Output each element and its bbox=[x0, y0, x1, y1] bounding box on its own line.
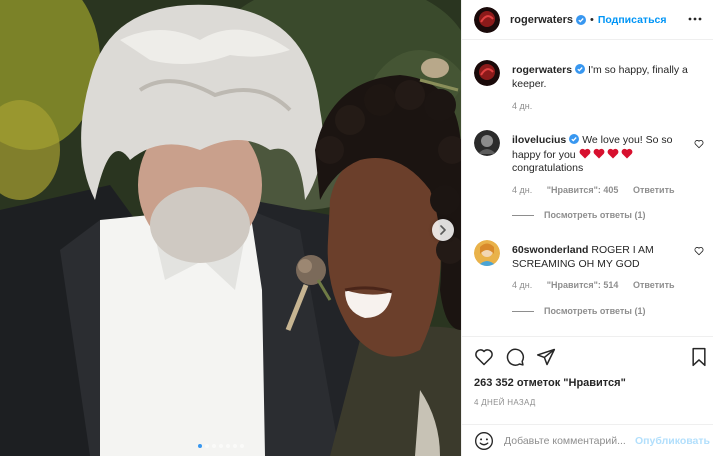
caption-avatar[interactable] bbox=[474, 60, 500, 86]
carousel-dot bbox=[205, 444, 209, 448]
view-replies-button[interactable]: Посмотреть ответы (1) bbox=[512, 306, 645, 316]
verified-badge-icon bbox=[575, 64, 586, 74]
comment-text-after: congratulations bbox=[512, 162, 584, 174]
caption-time[interactable]: 4 дн. bbox=[512, 101, 532, 111]
carousel-indicator bbox=[198, 444, 244, 448]
red-heart-emoji-icon bbox=[593, 148, 604, 158]
like-comment-heart-icon[interactable] bbox=[694, 246, 704, 256]
reply-button[interactable]: Ответить bbox=[633, 280, 675, 290]
post-action-bar bbox=[462, 336, 713, 376]
carousel-dot bbox=[226, 444, 230, 448]
caption-meta: 4 дн. bbox=[512, 101, 544, 111]
red-heart-emoji-icon bbox=[621, 148, 632, 158]
heart-emojis bbox=[579, 148, 635, 161]
likes-count[interactable]: 263 352 отметок "Нравится" bbox=[474, 377, 626, 389]
commenter-avatar[interactable] bbox=[474, 130, 500, 156]
replies-divider bbox=[512, 214, 534, 216]
comment-time[interactable]: 4 дн. bbox=[512, 185, 532, 195]
post-caption: rogerwaters I'm so happy, finally a keep… bbox=[474, 60, 710, 130]
follow-button[interactable]: Подписаться bbox=[598, 14, 667, 26]
reply-button[interactable]: Ответить bbox=[633, 185, 675, 195]
save-bookmark-icon[interactable] bbox=[690, 347, 708, 367]
like-comment-heart-icon[interactable] bbox=[694, 139, 704, 149]
carousel-next-button[interactable] bbox=[432, 219, 454, 241]
comment-body: 60swonderland ROGER I AM SCREAMING OH MY… bbox=[512, 244, 697, 271]
comment-meta: 4 дн. "Нравится": 514 Ответить bbox=[512, 280, 687, 290]
post-side-panel: rogerwaters • Подписаться rogerwaters I'… bbox=[461, 0, 713, 456]
comment-username[interactable]: ilovelucius bbox=[512, 134, 566, 146]
header-separator: • bbox=[589, 13, 594, 26]
caption-body: rogerwaters I'm so happy, finally a keep… bbox=[512, 64, 697, 91]
commenter-avatar[interactable] bbox=[474, 240, 500, 266]
comment-username[interactable]: 60swonderland bbox=[512, 244, 588, 256]
publish-button[interactable]: Опубликовать bbox=[635, 435, 710, 447]
view-replies-button[interactable]: Посмотреть ответы (1) bbox=[512, 210, 645, 220]
comment-body: ilovelucius We love you! So so happy for… bbox=[512, 134, 697, 176]
carousel-dot bbox=[240, 444, 244, 448]
carousel-dot bbox=[212, 444, 216, 448]
add-comment-bar: Опубликовать bbox=[462, 424, 713, 456]
comment-item: 60swonderland ROGER I AM SCREAMING OH MY… bbox=[474, 240, 710, 336]
author-username[interactable]: rogerwaters bbox=[510, 14, 573, 26]
verified-badge-icon bbox=[575, 14, 586, 25]
like-heart-icon[interactable] bbox=[474, 347, 494, 367]
view-replies-label: Посмотреть ответы (1) bbox=[544, 210, 646, 220]
comment-input[interactable] bbox=[504, 434, 632, 447]
view-replies-label: Посмотреть ответы (1) bbox=[544, 306, 646, 316]
comments-list[interactable]: rogerwaters I'm so happy, finally a keep… bbox=[462, 40, 713, 336]
more-options-icon[interactable] bbox=[688, 12, 702, 26]
caption-username[interactable]: rogerwaters bbox=[512, 64, 572, 76]
carousel-dot bbox=[233, 444, 237, 448]
red-heart-emoji-icon bbox=[579, 148, 590, 158]
author-avatar[interactable] bbox=[474, 6, 500, 33]
verified-badge-icon bbox=[569, 134, 580, 144]
post-time-ago[interactable]: 4 ДНЕЙ НАЗАД bbox=[474, 398, 536, 407]
red-heart-emoji-icon bbox=[607, 148, 618, 158]
comment-bubble-icon[interactable] bbox=[505, 347, 525, 367]
emoji-smiley-icon[interactable] bbox=[474, 431, 494, 451]
chevron-right-icon bbox=[440, 225, 446, 235]
comment-item: ilovelucius We love you! So so happy for… bbox=[474, 130, 710, 230]
photo-scene bbox=[0, 0, 461, 456]
carousel-dot bbox=[219, 444, 223, 448]
comment-likes-count[interactable]: "Нравится": 514 bbox=[547, 280, 619, 290]
comment-meta: 4 дн. "Нравится": 405 Ответить bbox=[512, 185, 687, 195]
post-header: rogerwaters • Подписаться bbox=[462, 0, 713, 40]
carousel-dot bbox=[198, 444, 202, 448]
post-photo[interactable] bbox=[0, 0, 461, 456]
comment-likes-count[interactable]: "Нравится": 405 bbox=[547, 185, 619, 195]
comment-time[interactable]: 4 дн. bbox=[512, 280, 532, 290]
replies-divider bbox=[512, 310, 534, 312]
share-paper-plane-icon[interactable] bbox=[536, 347, 556, 367]
